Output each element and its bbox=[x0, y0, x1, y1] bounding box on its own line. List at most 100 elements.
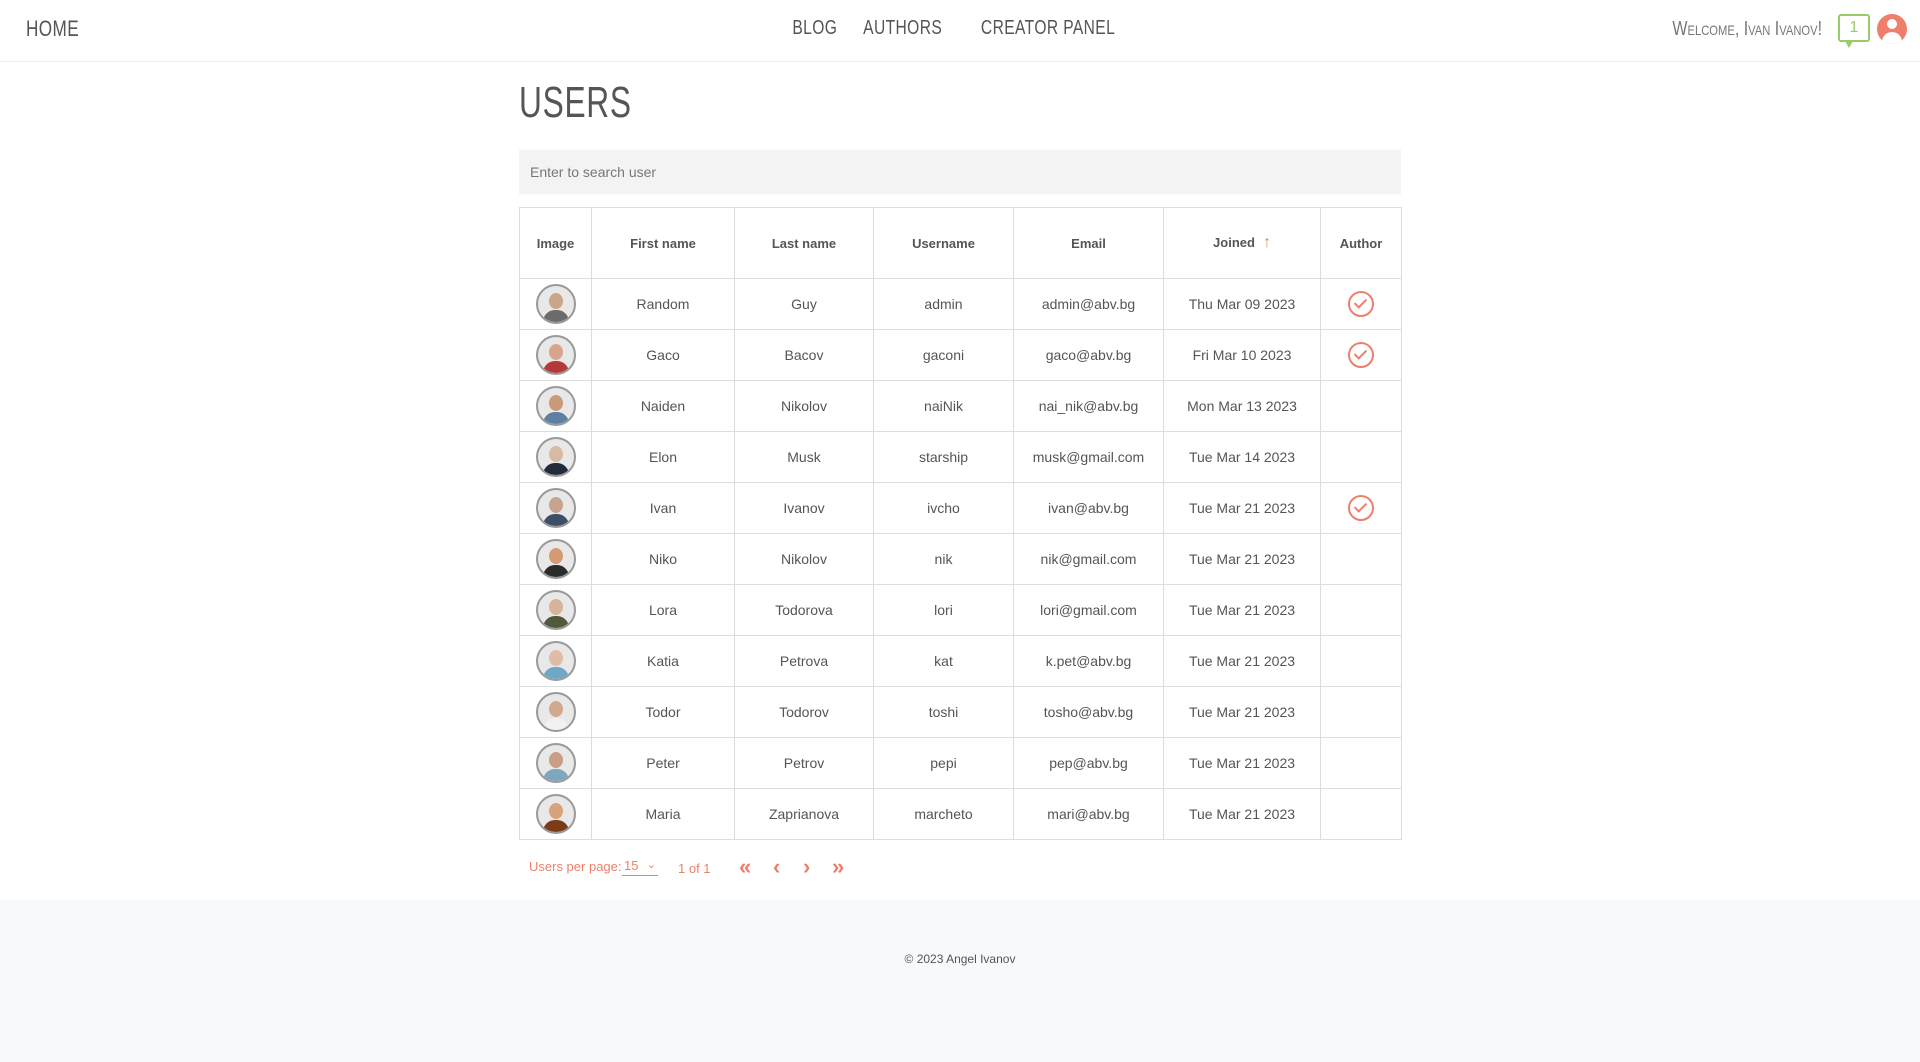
users-table: Image First name Last name Username Emai… bbox=[519, 207, 1402, 840]
email-cell: nik@gmail.com bbox=[1013, 533, 1164, 585]
last-name-cell: Nikolov bbox=[734, 380, 874, 432]
table-row[interactable]: Ivan Ivanov ivcho ivan@abv.bg Tue Mar 21… bbox=[519, 482, 1402, 534]
users-per-page-label: Users per page: bbox=[529, 859, 622, 874]
chevron-down-icon: ⌄ bbox=[646, 859, 656, 871]
user-image-cell bbox=[519, 278, 592, 330]
first-name-cell: Peter bbox=[591, 737, 735, 789]
joined-cell: Tue Mar 21 2023 bbox=[1163, 635, 1321, 687]
column-header-username[interactable]: Username bbox=[873, 207, 1014, 279]
email-cell: nai_nik@abv.bg bbox=[1013, 380, 1164, 432]
column-header-image[interactable]: Image bbox=[519, 207, 592, 279]
user-image-cell bbox=[519, 380, 592, 432]
joined-cell: Thu Mar 09 2023 bbox=[1163, 278, 1321, 330]
email-cell: mari@abv.bg bbox=[1013, 788, 1164, 840]
avatar bbox=[535, 488, 576, 528]
username-cell: pepi bbox=[873, 737, 1014, 789]
author-cell bbox=[1320, 686, 1402, 738]
page-title: USERS bbox=[519, 78, 632, 127]
last-name-cell: Musk bbox=[734, 431, 874, 483]
search-user-input[interactable] bbox=[519, 150, 1401, 194]
joined-cell: Tue Mar 21 2023 bbox=[1163, 482, 1321, 534]
top-navbar: HOME BLOG AUTHORS CREATOR PANEL Welcome,… bbox=[0, 0, 1920, 62]
table-row[interactable]: Katia Petrova kat k.pet@abv.bg Tue Mar 2… bbox=[519, 635, 1402, 687]
username-cell: starship bbox=[873, 431, 1014, 483]
avatar bbox=[535, 692, 576, 732]
table-row[interactable]: Todor Todorov toshi tosho@abv.bg Tue Mar… bbox=[519, 686, 1402, 738]
table-row[interactable]: Gaco Bacov gaconi gaco@abv.bg Fri Mar 10… bbox=[519, 329, 1402, 381]
first-name-cell: Katia bbox=[591, 635, 735, 687]
author-cell bbox=[1320, 380, 1402, 432]
first-name-cell: Todor bbox=[591, 686, 735, 738]
table-row[interactable]: Niko Nikolov nik nik@gmail.com Tue Mar 2… bbox=[519, 533, 1402, 585]
avatar bbox=[535, 743, 576, 783]
next-page-button[interactable]: › bbox=[803, 854, 810, 880]
email-cell: ivan@abv.bg bbox=[1013, 482, 1164, 534]
last-name-cell: Nikolov bbox=[734, 533, 874, 585]
table-row[interactable]: Lora Todorova lori lori@gmail.com Tue Ma… bbox=[519, 584, 1402, 636]
users-per-page-value: 15 bbox=[624, 858, 639, 873]
users-per-page-select[interactable]: 15 ⌄ bbox=[622, 857, 658, 876]
nav-blog-link[interactable]: BLOG bbox=[792, 17, 837, 40]
joined-cell: Fri Mar 10 2023 bbox=[1163, 329, 1321, 381]
column-header-last-name[interactable]: Last name bbox=[734, 207, 874, 279]
joined-cell: Tue Mar 21 2023 bbox=[1163, 737, 1321, 789]
joined-cell: Tue Mar 21 2023 bbox=[1163, 686, 1321, 738]
username-cell: toshi bbox=[873, 686, 1014, 738]
table-row[interactable]: Maria Zaprianova marcheto mari@abv.bg Tu… bbox=[519, 788, 1402, 840]
author-cell bbox=[1320, 788, 1402, 840]
user-image-cell bbox=[519, 737, 592, 789]
user-image-cell bbox=[519, 482, 592, 534]
sort-ascending-icon[interactable]: ↑ bbox=[1263, 234, 1271, 251]
table-row[interactable]: Naiden Nikolov naiNik nai_nik@abv.bg Mon… bbox=[519, 380, 1402, 432]
author-cell bbox=[1320, 482, 1402, 534]
username-cell: marcheto bbox=[873, 788, 1014, 840]
avatar bbox=[535, 284, 576, 324]
footer: © 2023 Angel Ivanov bbox=[0, 900, 1920, 1062]
user-image-cell bbox=[519, 788, 592, 840]
author-check-icon bbox=[1348, 291, 1374, 317]
avatar bbox=[535, 641, 576, 681]
user-image-cell bbox=[519, 584, 592, 636]
last-name-cell: Petrova bbox=[734, 635, 874, 687]
email-cell: tosho@abv.bg bbox=[1013, 686, 1164, 738]
previous-page-button[interactable]: ‹ bbox=[773, 854, 780, 880]
nav-creator-panel-link[interactable]: CREATOR PANEL bbox=[981, 17, 1115, 40]
table-row[interactable]: Peter Petrov pepi pep@abv.bg Tue Mar 21 … bbox=[519, 737, 1402, 789]
email-cell: pep@abv.bg bbox=[1013, 737, 1164, 789]
notification-icon[interactable]: 1 bbox=[1838, 14, 1870, 48]
author-cell bbox=[1320, 635, 1402, 687]
user-image-cell bbox=[519, 329, 592, 381]
welcome-message: Welcome, Ivan Ivanov! bbox=[1672, 18, 1822, 40]
table-row[interactable]: Elon Musk starship musk@gmail.com Tue Ma… bbox=[519, 431, 1402, 483]
notification-count: 1 bbox=[1849, 19, 1859, 36]
joined-cell: Mon Mar 13 2023 bbox=[1163, 380, 1321, 432]
first-name-cell: Ivan bbox=[591, 482, 735, 534]
column-header-joined[interactable]: Joined ↑ bbox=[1163, 207, 1321, 279]
column-header-first-name[interactable]: First name bbox=[591, 207, 735, 279]
author-cell bbox=[1320, 737, 1402, 789]
avatar bbox=[535, 539, 576, 579]
joined-cell: Tue Mar 14 2023 bbox=[1163, 431, 1321, 483]
last-page-button[interactable]: » bbox=[832, 854, 844, 880]
email-cell: k.pet@abv.bg bbox=[1013, 635, 1164, 687]
column-header-email[interactable]: Email bbox=[1013, 207, 1164, 279]
avatar bbox=[535, 386, 576, 426]
nav-authors-link[interactable]: AUTHORS bbox=[863, 17, 942, 40]
email-cell: admin@abv.bg bbox=[1013, 278, 1164, 330]
last-name-cell: Bacov bbox=[734, 329, 874, 381]
user-image-cell bbox=[519, 431, 592, 483]
table-row[interactable]: Random Guy admin admin@abv.bg Thu Mar 09… bbox=[519, 278, 1402, 330]
first-page-button[interactable]: « bbox=[739, 854, 751, 880]
last-name-cell: Petrov bbox=[734, 737, 874, 789]
copyright-text: © 2023 Angel Ivanov bbox=[904, 952, 1016, 966]
user-avatar-icon[interactable] bbox=[1877, 14, 1907, 44]
username-cell: nik bbox=[873, 533, 1014, 585]
author-cell bbox=[1320, 584, 1402, 636]
email-cell: musk@gmail.com bbox=[1013, 431, 1164, 483]
joined-cell: Tue Mar 21 2023 bbox=[1163, 788, 1321, 840]
column-header-author[interactable]: Author bbox=[1320, 207, 1402, 279]
last-name-cell: Ivanov bbox=[734, 482, 874, 534]
last-name-cell: Todorov bbox=[734, 686, 874, 738]
joined-cell: Tue Mar 21 2023 bbox=[1163, 533, 1321, 585]
avatar bbox=[535, 437, 576, 477]
